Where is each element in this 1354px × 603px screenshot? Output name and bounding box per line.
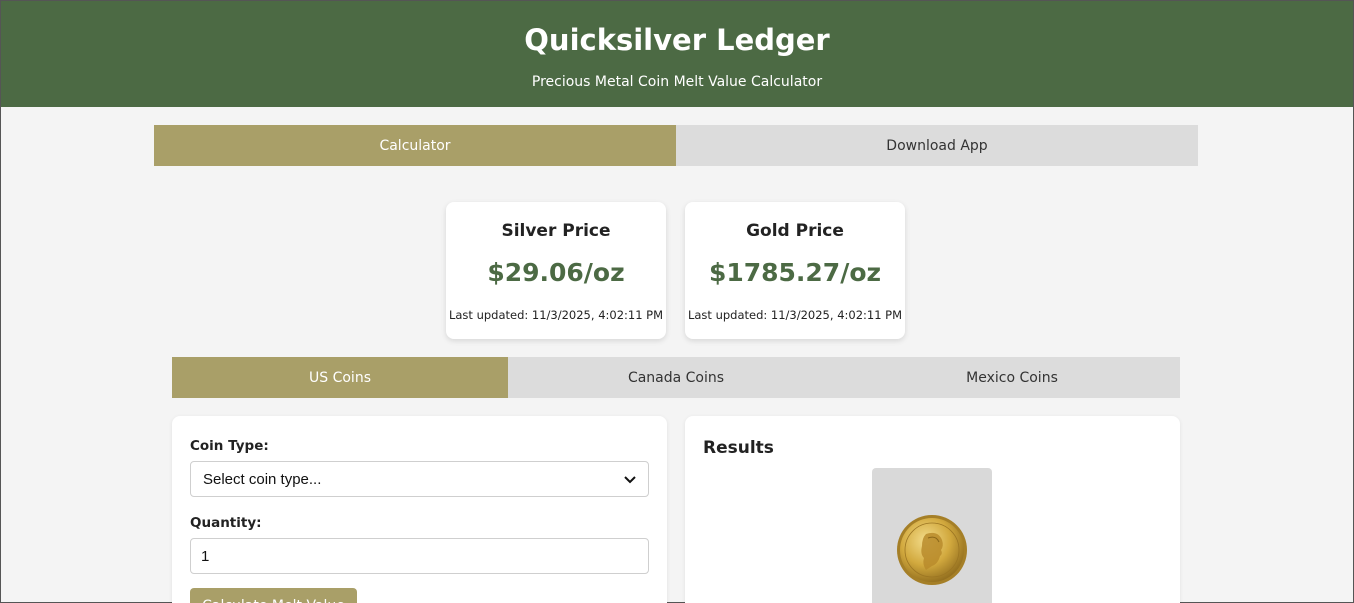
coin-type-select[interactable]: Select coin type... [190, 461, 649, 497]
results-title: Results [703, 438, 774, 458]
gold-price-value: $1785.27/oz [708, 258, 882, 287]
silver-price-label: Silver Price [501, 221, 611, 241]
tab-mexico-coins[interactable]: Mexico Coins [844, 357, 1180, 398]
tab-us-coins[interactable]: US Coins [172, 357, 508, 398]
coin-country-tabs: US Coins Canada Coins Mexico Coins [172, 357, 1180, 398]
app-subtitle: Precious Metal Coin Melt Value Calculato… [531, 74, 823, 90]
calculator-form-panel: Coin Type: Select coin type... Quantity:… [172, 416, 667, 603]
gold-last-updated: Last updated: 11/3/2025, 4:02:11 PM [687, 308, 903, 322]
main-tabs: Calculator Download App [154, 125, 1198, 166]
app-title: Quicksilver Ledger [524, 23, 830, 57]
silver-last-updated: Last updated: 11/3/2025, 4:02:11 PM [448, 308, 664, 322]
calculate-button[interactable]: Calculate Melt Value [190, 588, 357, 603]
quarter-coin-icon [897, 515, 967, 585]
gold-price-card: Gold Price $1785.27/oz Last updated: 11/… [685, 202, 905, 339]
results-panel: Results [685, 416, 1180, 603]
tab-calculator[interactable]: Calculator [154, 125, 676, 166]
app-header: Quicksilver Ledger Precious Metal Coin M… [1, 1, 1353, 107]
gold-price-label: Gold Price [746, 221, 844, 241]
coin-type-label: Coin Type: [190, 438, 269, 454]
quantity-label: Quantity: [190, 515, 262, 531]
coin-image-frame [872, 468, 992, 603]
silver-price-card: Silver Price $29.06/oz Last updated: 11/… [446, 202, 666, 339]
tab-download-app[interactable]: Download App [676, 125, 1198, 166]
coin-type-selected-value: Select coin type... [203, 470, 322, 488]
silver-price-value: $29.06/oz [487, 258, 625, 287]
quantity-value: 1 [201, 547, 210, 565]
chevron-down-icon [624, 471, 636, 488]
quantity-input[interactable]: 1 [190, 538, 649, 574]
tab-canada-coins[interactable]: Canada Coins [508, 357, 844, 398]
